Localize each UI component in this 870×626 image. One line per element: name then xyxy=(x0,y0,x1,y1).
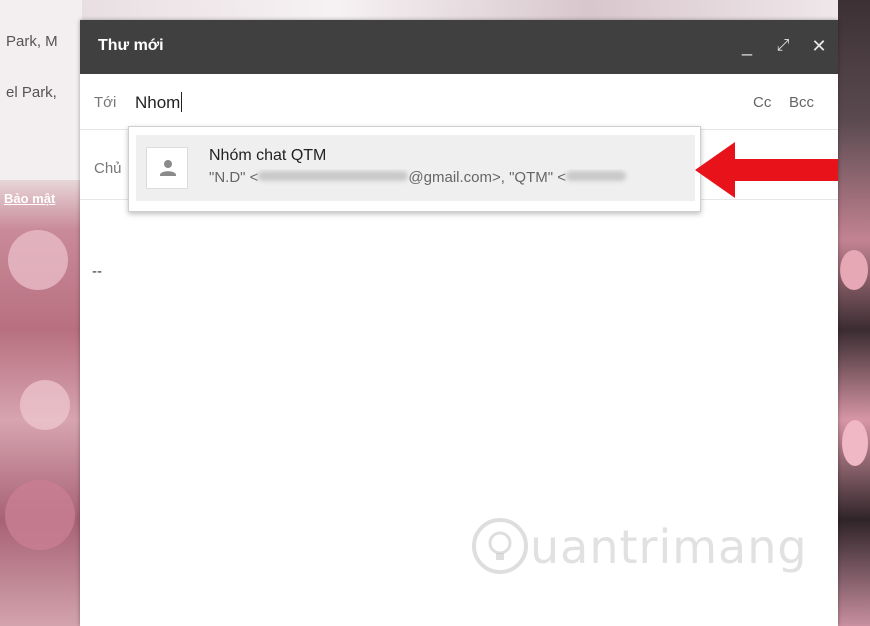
close-icon[interactable]: ✕ xyxy=(806,32,832,60)
suggestion-detail-prefix: "N.D" < xyxy=(209,169,259,186)
suggestion-name: Nhóm chat QTM xyxy=(209,147,327,164)
to-input-value: Nhom xyxy=(135,93,181,112)
compose-title: Thư mới xyxy=(98,37,164,54)
suggestion-detail: "N.D" < @gmail.com>, "QTM" < xyxy=(209,169,689,186)
cc-button[interactable]: Cc xyxy=(753,94,771,111)
red-arrow-icon xyxy=(695,142,838,198)
blossom-decor xyxy=(5,480,75,550)
background-text: Park, M xyxy=(6,33,58,50)
signature: -- xyxy=(92,263,102,280)
to-row: Tới Nhom Cc Bcc xyxy=(80,74,838,130)
suggestion-item[interactable]: Nhóm chat QTM "N.D" < @gmail.com>, "QTM" … xyxy=(136,135,695,201)
bcc-button[interactable]: Bcc xyxy=(789,94,814,111)
watermark-text: uantrimang xyxy=(530,520,808,574)
compose-titlebar[interactable]: Thư mới _ ⤢ ✕ xyxy=(80,20,838,74)
blossom-decor xyxy=(842,420,868,466)
expand-icon[interactable]: ⤢ xyxy=(770,32,796,60)
lightbulb-icon xyxy=(472,518,528,574)
text-caret xyxy=(181,92,183,112)
background-text: el Park, xyxy=(6,84,57,101)
blossom-decor xyxy=(20,380,70,430)
to-input[interactable]: Nhom xyxy=(135,92,183,113)
suggestion-detail-mid: @gmail.com>, "QTM" < xyxy=(408,169,566,186)
person-icon xyxy=(146,147,188,189)
subject-label: Chủ xyxy=(94,160,122,177)
to-label: Tới xyxy=(94,94,117,111)
blossom-decor xyxy=(840,250,868,290)
background-right xyxy=(838,0,870,626)
redacted-email xyxy=(566,171,626,181)
background-link[interactable]: Bảo mật xyxy=(4,191,55,206)
autocomplete-dropdown: Nhóm chat QTM "N.D" < @gmail.com>, "QTM" … xyxy=(128,126,701,212)
minimize-icon[interactable]: _ xyxy=(734,32,760,60)
redacted-email xyxy=(258,171,409,181)
blossom-decor xyxy=(8,230,68,290)
background-top xyxy=(82,0,842,20)
watermark: uantrimang xyxy=(470,512,807,582)
